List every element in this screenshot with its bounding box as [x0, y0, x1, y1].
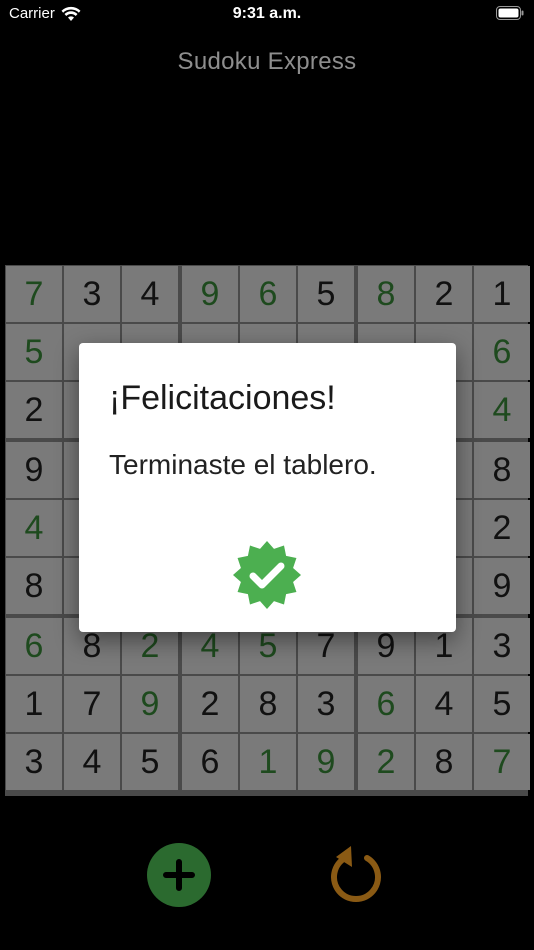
board-cell-r1c5[interactable]: 6 [240, 266, 296, 322]
board-cell-r8c2[interactable]: 7 [64, 676, 120, 732]
verified-badge-icon [233, 541, 301, 609]
status-bar: Carrier 9:31 a.m. [0, 0, 534, 30]
board-cell-r9c5[interactable]: 1 [240, 734, 296, 790]
board-cell-r2c1[interactable]: 5 [6, 324, 62, 380]
board-cell-r8c3[interactable]: 9 [122, 676, 178, 732]
board-cell-r9c4[interactable]: 6 [182, 734, 238, 790]
board-cell-r9c8[interactable]: 8 [416, 734, 472, 790]
board-cell-r8c7[interactable]: 6 [358, 676, 414, 732]
board-cell-r1c3[interactable]: 4 [122, 266, 178, 322]
board-cell-r8c9[interactable]: 5 [474, 676, 530, 732]
dialog-message: Terminaste el tablero. [109, 449, 377, 480]
plus-icon [163, 859, 195, 891]
board-cell-r1c4[interactable]: 9 [182, 266, 238, 322]
board-cell-r5c1[interactable]: 4 [6, 500, 62, 556]
board-cell-r7c1[interactable]: 6 [6, 618, 62, 674]
board-cell-r3c1[interactable]: 2 [6, 382, 62, 438]
board-cell-r9c2[interactable]: 4 [64, 734, 120, 790]
board-cell-r8c1[interactable]: 1 [6, 676, 62, 732]
app-screen: Carrier 9:31 a.m. Sudoku Express 7349658… [0, 0, 534, 950]
board-cell-r1c9[interactable]: 1 [474, 266, 530, 322]
board-cell-r6c1[interactable]: 8 [6, 558, 62, 614]
board-cell-r9c7[interactable]: 2 [358, 734, 414, 790]
board-cell-r1c7[interactable]: 8 [358, 266, 414, 322]
board-cell-r8c4[interactable]: 2 [182, 676, 238, 732]
board-cell-r8c6[interactable]: 3 [298, 676, 354, 732]
new-game-button[interactable] [147, 843, 211, 907]
battery-icon [496, 6, 524, 20]
board-cell-r9c6[interactable]: 9 [298, 734, 354, 790]
board-cell-r9c1[interactable]: 3 [6, 734, 62, 790]
board-cell-r7c9[interactable]: 3 [474, 618, 530, 674]
reset-button[interactable] [324, 843, 388, 907]
board-cell-r2c9[interactable]: 6 [474, 324, 530, 380]
refresh-icon [331, 846, 381, 903]
board-cell-r1c2[interactable]: 3 [64, 266, 120, 322]
board-cell-r6c9[interactable]: 9 [474, 558, 530, 614]
board-cell-r9c9[interactable]: 7 [474, 734, 530, 790]
board-cell-r4c1[interactable]: 9 [6, 442, 62, 498]
completion-dialog: ¡Felicitaciones! Terminaste el tablero. [79, 343, 456, 632]
dialog-title: ¡Felicitaciones! [109, 379, 336, 417]
board-cell-r3c9[interactable]: 4 [474, 382, 530, 438]
board-cell-r8c8[interactable]: 4 [416, 676, 472, 732]
board-cell-r5c9[interactable]: 2 [474, 500, 530, 556]
status-time: 9:31 a.m. [232, 5, 302, 22]
board-cell-r4c9[interactable]: 8 [474, 442, 530, 498]
board-cell-r9c3[interactable]: 5 [122, 734, 178, 790]
board-cell-r1c6[interactable]: 5 [298, 266, 354, 322]
board-cell-r1c1[interactable]: 7 [6, 266, 62, 322]
board-cell-r1c8[interactable]: 2 [416, 266, 472, 322]
board-cell-r8c5[interactable]: 8 [240, 676, 296, 732]
app-title: Sudoku Express [177, 48, 357, 75]
